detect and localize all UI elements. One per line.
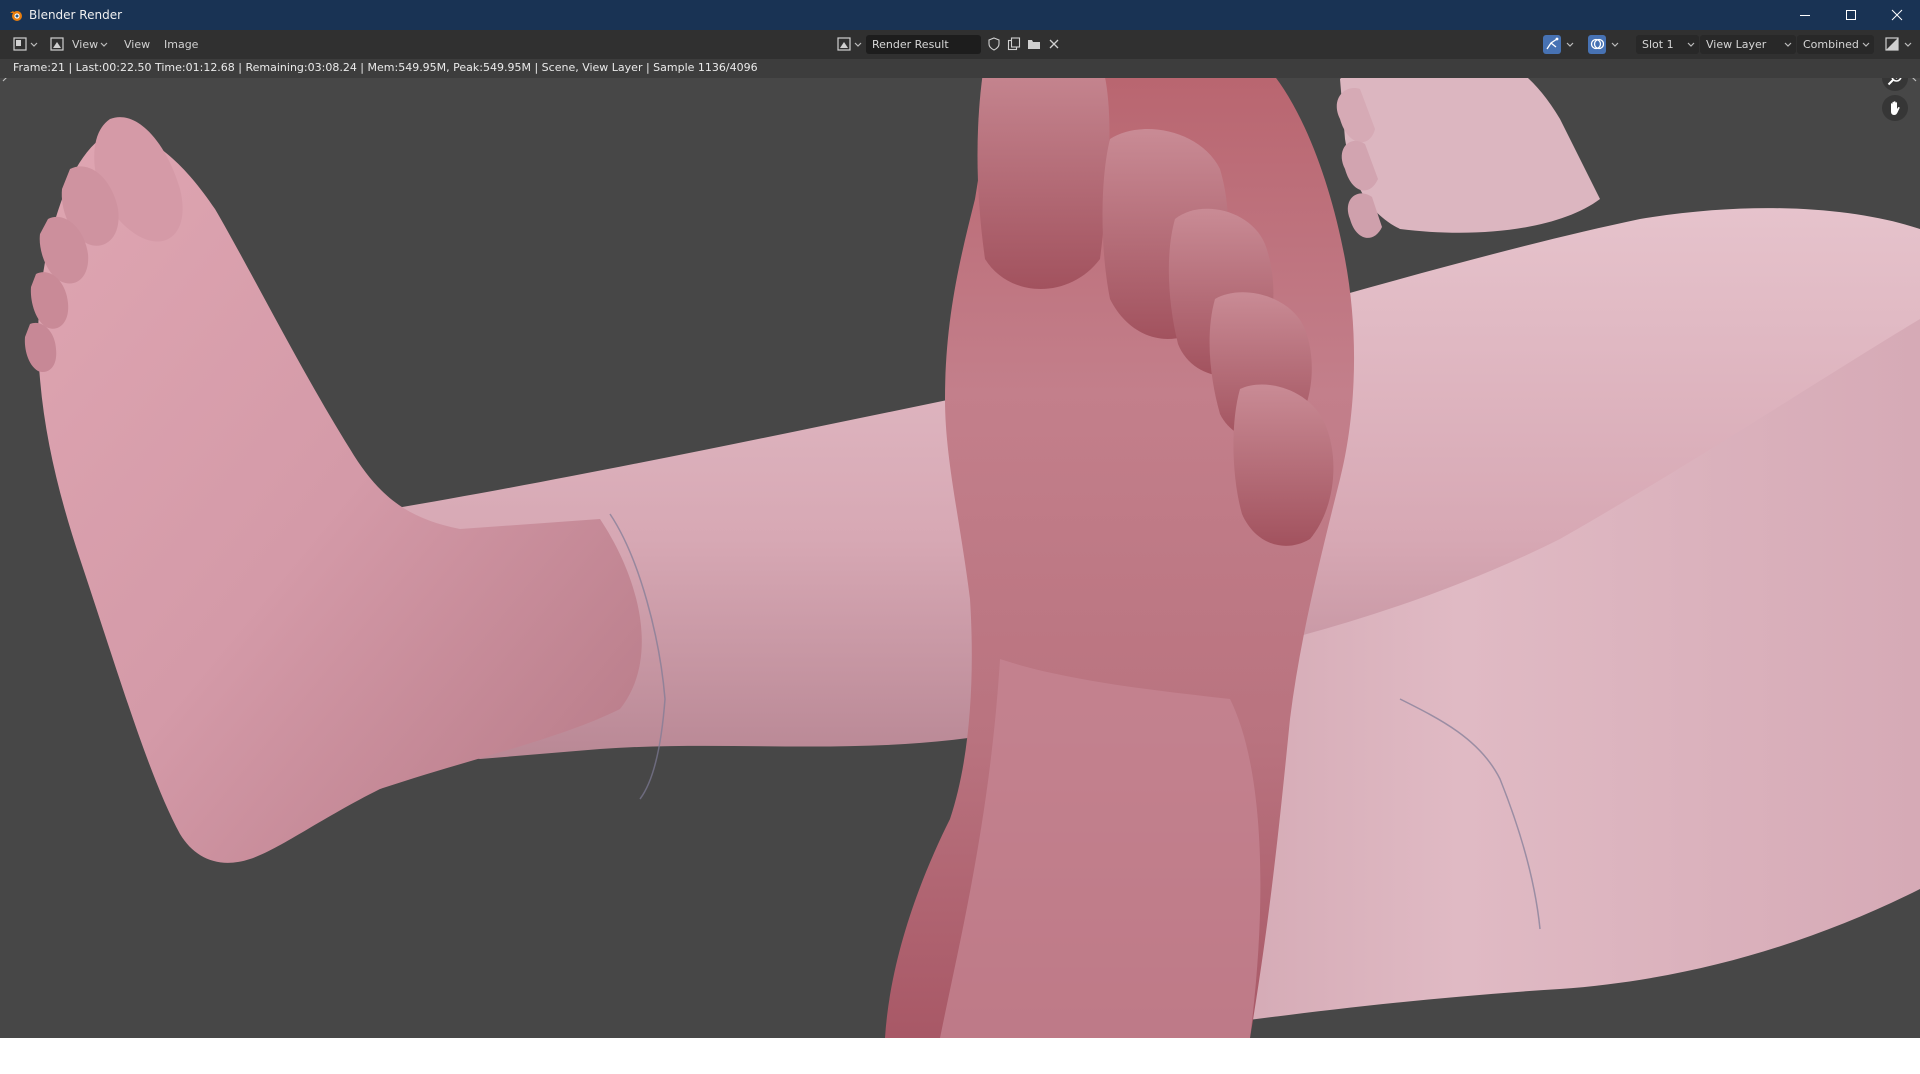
window-title: Blender Render — [29, 8, 123, 22]
unlink-image-button[interactable] — [1045, 36, 1063, 53]
render-pass-label: Combined — [1803, 38, 1859, 51]
view-mode-icon — [50, 37, 64, 51]
image-editor-icon — [13, 37, 27, 51]
view-layer-dropdown[interactable]: View Layer — [1700, 35, 1796, 54]
maximize-button[interactable] — [1828, 0, 1874, 30]
chevron-down-icon — [30, 42, 38, 47]
render-pass-dropdown[interactable]: Combined — [1797, 35, 1874, 54]
maximize-icon — [1846, 10, 1856, 20]
fake-user-button[interactable] — [985, 36, 1003, 53]
view-mode-dropdown[interactable]: View — [46, 34, 112, 55]
chevron-down-icon — [100, 42, 108, 47]
view-layer-label: View Layer — [1706, 38, 1767, 51]
blender-logo-icon — [10, 11, 22, 21]
chevron-down-icon — [1687, 42, 1695, 47]
render-canvas[interactable] — [0, 59, 1920, 1038]
pan-button[interactable] — [1882, 95, 1908, 121]
slot-dropdown[interactable]: Slot 1 — [1636, 35, 1699, 54]
render-info-text: Frame:21 | Last:00:22.50 Time:01:12.68 |… — [13, 61, 758, 74]
close-button[interactable] — [1874, 0, 1920, 30]
render-info-bar: Frame:21 | Last:00:22.50 Time:01:12.68 |… — [0, 59, 1920, 78]
view-mode-label: View — [72, 38, 99, 51]
fake-user-icon — [988, 37, 1000, 51]
minimize-icon — [1800, 15, 1810, 16]
chevron-down-icon — [1862, 42, 1870, 47]
gizmo-toggle[interactable] — [1541, 34, 1579, 55]
overlay-icon — [1590, 38, 1604, 50]
render-image — [24, 59, 1920, 1038]
display-channels-dropdown[interactable] — [1882, 34, 1916, 55]
editor-type-dropdown[interactable] — [8, 34, 40, 55]
menu-image[interactable]: Image — [164, 30, 198, 59]
gizmo-icon — [1546, 37, 1559, 50]
blender-window: Blender Render View View Image Render Re… — [0, 0, 1920, 1038]
chevron-down-icon — [1904, 42, 1912, 47]
open-image-icon — [1028, 40, 1040, 49]
overlay-toggle[interactable] — [1586, 34, 1624, 55]
image-editor-header: View View Image Render Result Slot 1 Vie… — [0, 30, 1920, 59]
image-browse-button[interactable] — [834, 34, 864, 55]
chevron-down-icon — [1784, 42, 1792, 47]
new-image-icon — [1007, 37, 1021, 51]
image-browse-icon — [837, 37, 851, 51]
menu-view[interactable]: View — [124, 30, 150, 59]
unlink-icon — [1049, 39, 1059, 49]
image-name-field[interactable]: Render Result — [866, 35, 981, 54]
display-channels-icon — [1885, 37, 1899, 51]
close-icon — [1891, 9, 1903, 21]
minimize-button[interactable] — [1782, 0, 1828, 30]
image-name-text: Render Result — [872, 38, 949, 51]
chevron-down-icon — [1566, 42, 1574, 47]
hand-pan-icon — [1891, 101, 1900, 115]
chevron-down-icon — [854, 42, 862, 47]
new-image-button[interactable] — [1005, 36, 1023, 53]
open-image-button[interactable] — [1025, 36, 1043, 53]
slot-label: Slot 1 — [1642, 38, 1674, 51]
chevron-down-icon — [1611, 42, 1619, 47]
title-bar: Blender Render — [0, 0, 1920, 30]
